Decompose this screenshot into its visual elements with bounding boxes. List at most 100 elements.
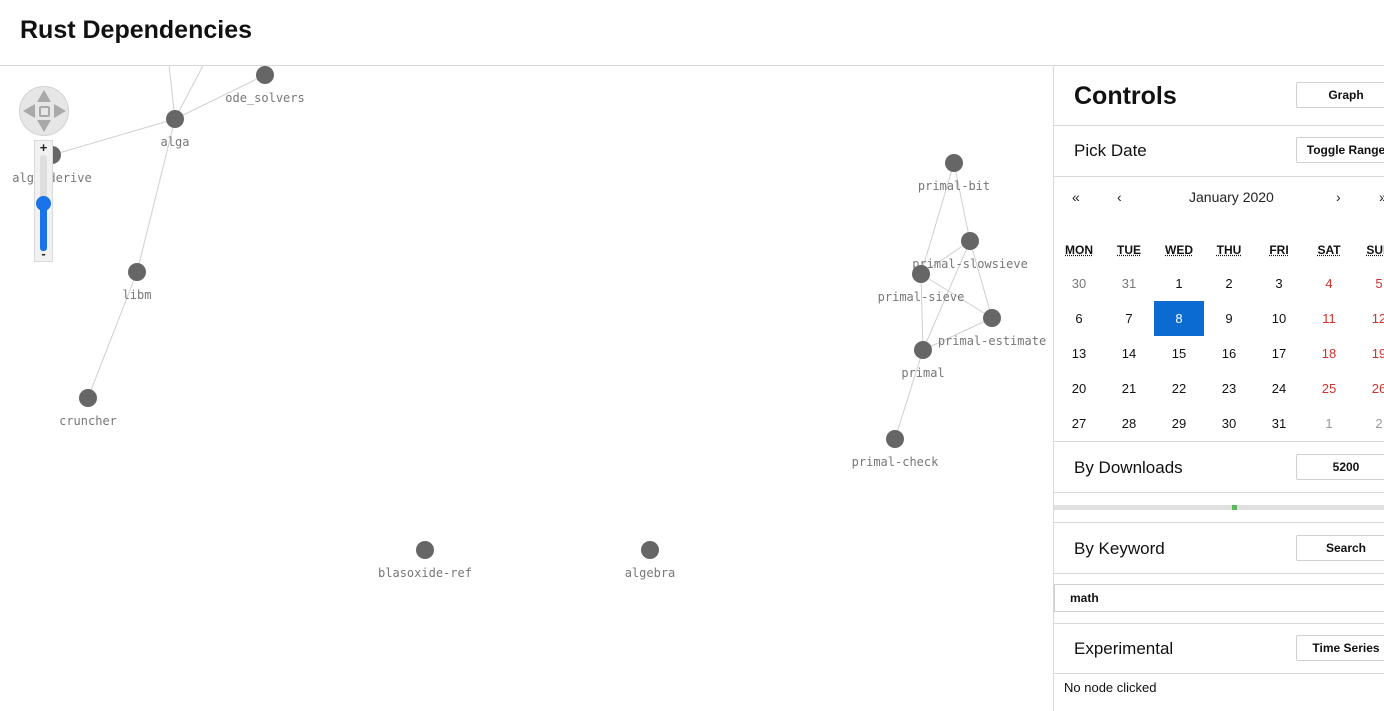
- prev-year-button[interactable]: «: [1072, 189, 1080, 205]
- graph-node-label: primal-sieve: [878, 290, 965, 304]
- graph-node-label: blasoxide-ref: [378, 566, 472, 580]
- calendar-day[interactable]: 10: [1254, 301, 1304, 336]
- calendar-day[interactable]: 5: [1354, 266, 1384, 301]
- calendar-day[interactable]: 28: [1104, 406, 1154, 441]
- pick-date-section: Pick Date Toggle Range: [1054, 126, 1384, 177]
- graph-node[interactable]: [79, 389, 97, 407]
- calendar-day[interactable]: 19: [1354, 336, 1384, 371]
- app-header: Rust Dependencies: [0, 0, 1384, 66]
- graph-node-label: algebra: [625, 566, 676, 580]
- graph-node[interactable]: [945, 154, 963, 172]
- zoom-out-button[interactable]: -: [35, 247, 52, 260]
- calendar-day[interactable]: 2: [1204, 266, 1254, 301]
- calendar-day[interactable]: 18: [1304, 336, 1354, 371]
- prev-month-button[interactable]: ‹: [1117, 189, 1122, 205]
- zoom-slider[interactable]: + -: [34, 140, 53, 262]
- calendar-day[interactable]: 15: [1154, 336, 1204, 371]
- experimental-title: Experimental: [1074, 639, 1174, 658]
- controls-sidebar: Controls Graph Pick Date Toggle Range « …: [1053, 66, 1384, 711]
- calendar-day[interactable]: 8: [1154, 301, 1204, 336]
- pan-right-icon[interactable]: [54, 104, 66, 118]
- reset-view-icon[interactable]: [39, 106, 50, 117]
- keyword-title: By Keyword: [1074, 539, 1165, 558]
- graph-node[interactable]: [256, 66, 274, 84]
- graph-node[interactable]: [166, 110, 184, 128]
- time-series-button[interactable]: Time Series: [1296, 635, 1384, 661]
- graph-node[interactable]: [961, 232, 979, 250]
- pan-up-icon[interactable]: [37, 90, 51, 102]
- graph-button[interactable]: Graph: [1296, 82, 1384, 108]
- calendar-day[interactable]: 30: [1204, 406, 1254, 441]
- calendar-day[interactable]: 20: [1054, 371, 1104, 406]
- calendar-day[interactable]: 12: [1354, 301, 1384, 336]
- graph-edge: [920, 273, 924, 351]
- graph-node[interactable]: [912, 265, 930, 283]
- next-year-button[interactable]: »: [1379, 189, 1384, 205]
- graph-node-label: primal-check: [852, 455, 939, 469]
- calendar-day[interactable]: 27: [1054, 406, 1104, 441]
- calendar-day[interactable]: 31: [1254, 406, 1304, 441]
- graph-node-label: libm: [123, 288, 152, 302]
- toggle-range-button[interactable]: Toggle Range: [1296, 137, 1384, 163]
- downloads-section: By Downloads 5200: [1054, 441, 1384, 493]
- keyword-section: By Keyword Search: [1054, 522, 1384, 574]
- downloads-title: By Downloads: [1074, 458, 1183, 477]
- calendar-day[interactable]: 14: [1104, 336, 1154, 371]
- calendar-day[interactable]: 31: [1104, 266, 1154, 301]
- graph-canvas[interactable]: ode_solversalgaalga_derivelibmcruncherpr…: [0, 66, 1053, 711]
- calendar-day[interactable]: 7: [1104, 301, 1154, 336]
- calendar-day[interactable]: 17: [1254, 336, 1304, 371]
- graph-node[interactable]: [886, 430, 904, 448]
- graph-edge: [953, 162, 971, 242]
- downloads-slider[interactable]: [1054, 505, 1384, 510]
- graph-node[interactable]: [416, 541, 434, 559]
- zoom-thumb[interactable]: [36, 196, 51, 211]
- calendar-day[interactable]: 26: [1354, 371, 1384, 406]
- graph-edge: [894, 349, 924, 440]
- calendar-day[interactable]: 4: [1304, 266, 1354, 301]
- graph-node[interactable]: [983, 309, 1001, 327]
- calendar-day[interactable]: 11: [1304, 301, 1354, 336]
- downloads-value[interactable]: 5200: [1296, 454, 1384, 480]
- node-status-text: No node clicked: [1064, 680, 1157, 695]
- graph-node-label: primal-estimate: [938, 334, 1046, 348]
- calendar-day[interactable]: 1: [1304, 406, 1354, 441]
- graph-node[interactable]: [641, 541, 659, 559]
- weekday-header: SAT: [1317, 243, 1341, 257]
- pan-control[interactable]: [19, 86, 69, 136]
- page-title: Rust Dependencies: [20, 16, 253, 44]
- calendar-day[interactable]: 16: [1204, 336, 1254, 371]
- graph-node[interactable]: [914, 341, 932, 359]
- experimental-section: Experimental Time Series: [1054, 623, 1384, 674]
- pan-down-icon[interactable]: [37, 120, 51, 132]
- graph-node[interactable]: [128, 263, 146, 281]
- calendar-day[interactable]: 6: [1054, 301, 1104, 336]
- graph-node-label: ode_solvers: [225, 91, 304, 105]
- graph-node-label: primal-bit: [918, 179, 990, 193]
- zoom-in-button[interactable]: +: [35, 141, 52, 154]
- controls-title: Controls: [1074, 82, 1177, 110]
- calendar-day[interactable]: 9: [1204, 301, 1254, 336]
- calendar-day[interactable]: 24: [1254, 371, 1304, 406]
- graph-node-label: primal: [901, 366, 944, 380]
- controls-section: Controls Graph: [1054, 66, 1384, 126]
- dependency-graph[interactable]: ode_solversalgaalga_derivelibmcruncherpr…: [0, 66, 1053, 711]
- downloads-slider-handle[interactable]: [1232, 505, 1237, 510]
- calendar-day[interactable]: 25: [1304, 371, 1354, 406]
- search-button[interactable]: Search: [1296, 535, 1384, 561]
- keyword-input[interactable]: [1054, 584, 1384, 612]
- pan-left-icon[interactable]: [23, 104, 35, 118]
- calendar-day[interactable]: 21: [1104, 371, 1154, 406]
- calendar-day[interactable]: 23: [1204, 371, 1254, 406]
- calendar-day[interactable]: 3: [1254, 266, 1304, 301]
- calendar-day[interactable]: 30: [1054, 266, 1104, 301]
- calendar-day[interactable]: 1: [1154, 266, 1204, 301]
- calendar-day[interactable]: 2: [1354, 406, 1384, 441]
- calendar-day[interactable]: 13: [1054, 336, 1104, 371]
- calendar-day[interactable]: 29: [1154, 406, 1204, 441]
- weekday-header: THU: [1216, 243, 1242, 257]
- calendar-month-label[interactable]: January 2020: [1189, 189, 1274, 205]
- calendar-day[interactable]: 22: [1154, 371, 1204, 406]
- graph-node-label: alga: [161, 135, 190, 149]
- next-month-button[interactable]: ›: [1336, 189, 1341, 205]
